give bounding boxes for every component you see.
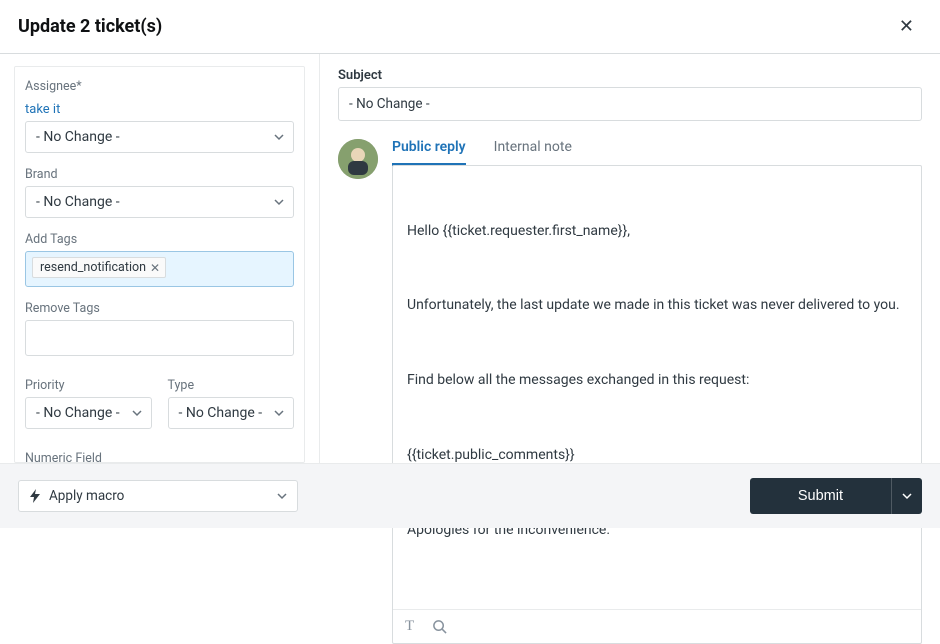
numeric-label: Numeric Field (25, 451, 294, 463)
add-tags-input[interactable]: resend_notification ✕ (25, 251, 294, 287)
subject-input[interactable]: - No Change - (338, 87, 922, 121)
tab-public-reply[interactable]: Public reply (392, 139, 466, 166)
priority-field: Priority - No Change - (25, 378, 152, 429)
brand-field: Brand - No Change - (25, 167, 294, 218)
tag-resend-notification: resend_notification ✕ (32, 257, 166, 278)
comment-editor[interactable]: Hello {{ticket.requester.first_name}}, U… (393, 166, 921, 609)
priority-select[interactable]: - No Change - (25, 397, 152, 429)
take-it-link[interactable]: take it (25, 102, 60, 117)
type-select[interactable]: - No Change - (168, 397, 295, 429)
submit-dropdown-button[interactable] (891, 478, 922, 514)
bolt-icon (29, 489, 41, 503)
chevron-down-icon (274, 408, 284, 418)
update-tickets-modal: Update 2 ticket(s) ✕ Assignee* take it -… (0, 0, 940, 528)
submit-button[interactable]: Submit (750, 478, 891, 514)
chevron-down-icon (274, 132, 284, 142)
assignee-label: Assignee* (25, 79, 294, 94)
type-field: Type - No Change - (168, 378, 295, 429)
reply-panel: Subject - No Change - Public reply Inter… (320, 54, 940, 463)
remove-tags-field: Remove Tags (25, 301, 294, 356)
tab-internal-note[interactable]: Internal note (494, 139, 572, 166)
submit-group: Submit (750, 478, 922, 514)
remove-tags-input[interactable] (25, 320, 294, 356)
chevron-down-icon (277, 491, 287, 501)
text-format-icon[interactable]: T (405, 618, 414, 635)
modal-title: Update 2 ticket(s) (18, 16, 893, 37)
priority-label: Priority (25, 378, 152, 393)
numeric-field: Numeric Field - No Change - (25, 451, 294, 463)
close-icon[interactable]: ✕ (893, 12, 920, 41)
brand-label: Brand (25, 167, 294, 182)
reply-tabs: Public reply Internal note (392, 139, 922, 166)
modal-header: Update 2 ticket(s) ✕ (0, 0, 940, 54)
add-tags-field: Add Tags resend_notification ✕ (25, 232, 294, 287)
subject-label: Subject (338, 68, 922, 83)
assignee-field: Assignee* take it - No Change - (25, 79, 294, 153)
modal-footer: Apply macro Submit (0, 463, 940, 528)
editor-toolbar: T (393, 609, 921, 643)
apply-macro-button[interactable]: Apply macro (18, 480, 298, 512)
remove-tags-label: Remove Tags (25, 301, 294, 316)
tag-remove-icon[interactable]: ✕ (150, 261, 160, 275)
brand-select[interactable]: - No Change - (25, 186, 294, 218)
search-icon[interactable] (432, 618, 447, 635)
chevron-down-icon (132, 408, 142, 418)
properties-panel: Assignee* take it - No Change - Brand - … (0, 54, 320, 463)
chevron-down-icon (274, 197, 284, 207)
type-label: Type (168, 378, 295, 393)
avatar (338, 139, 378, 179)
add-tags-label: Add Tags (25, 232, 294, 247)
assignee-select[interactable]: - No Change - (25, 121, 294, 153)
